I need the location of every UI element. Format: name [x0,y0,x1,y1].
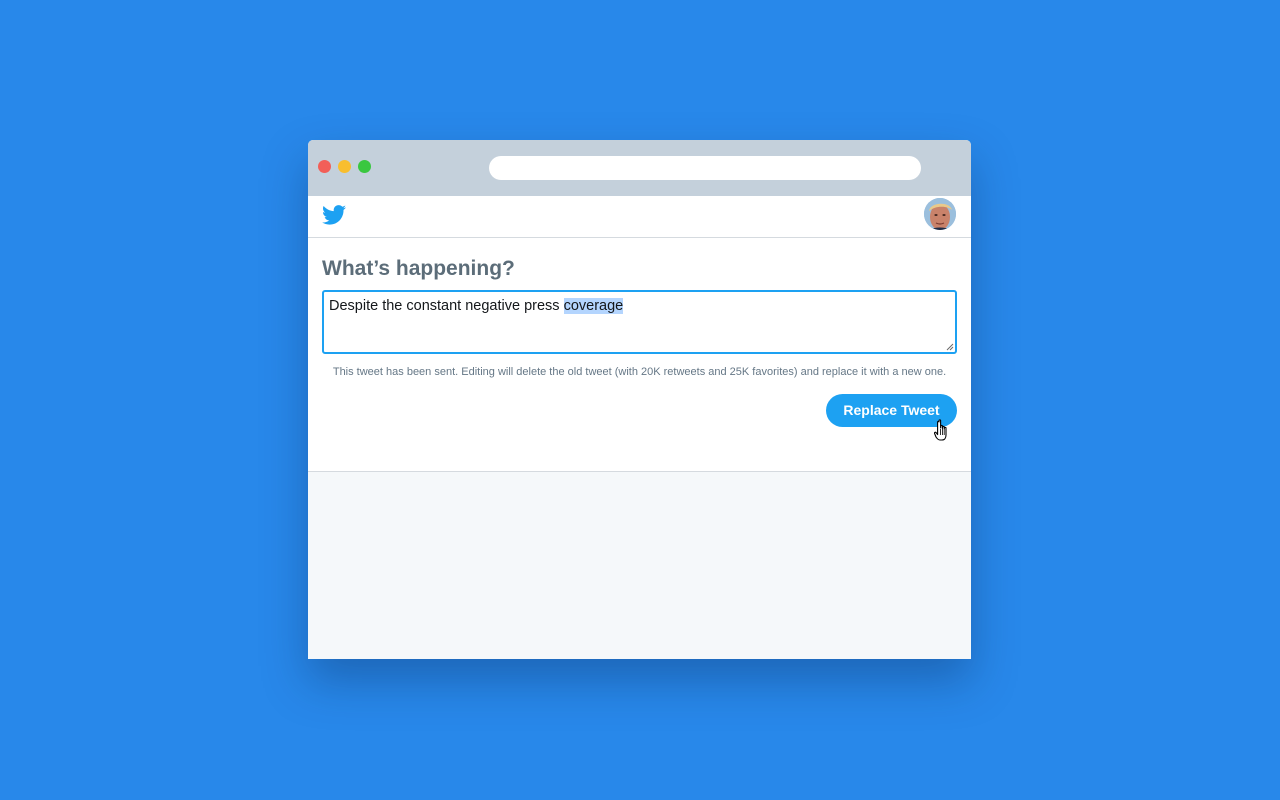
compose-heading: What’s happening? [322,257,515,280]
maximize-dot-icon[interactable] [358,160,371,173]
browser-window: What’s happening? Despite the constant n… [308,140,971,659]
resize-handle-icon[interactable] [946,343,954,351]
avatar-face-icon [924,198,956,230]
address-bar[interactable] [489,156,921,180]
close-dot-icon[interactable] [318,160,331,173]
compose-panel: What’s happening? Despite the constant n… [308,238,971,472]
minimize-dot-icon[interactable] [338,160,351,173]
edit-warning-notice: This tweet has been sent. Editing will d… [332,366,947,378]
browser-titlebar [308,140,971,196]
tweet-textarea[interactable]: Despite the constant negative press cove… [322,290,957,354]
selected-text: coverage [563,298,624,314]
twitter-bird-icon[interactable] [322,205,346,225]
user-avatar[interactable] [924,198,956,230]
twitter-navbar [308,196,971,238]
tweet-text: Despite the constant negative press [329,298,564,314]
hand-pointer-icon [934,419,947,441]
